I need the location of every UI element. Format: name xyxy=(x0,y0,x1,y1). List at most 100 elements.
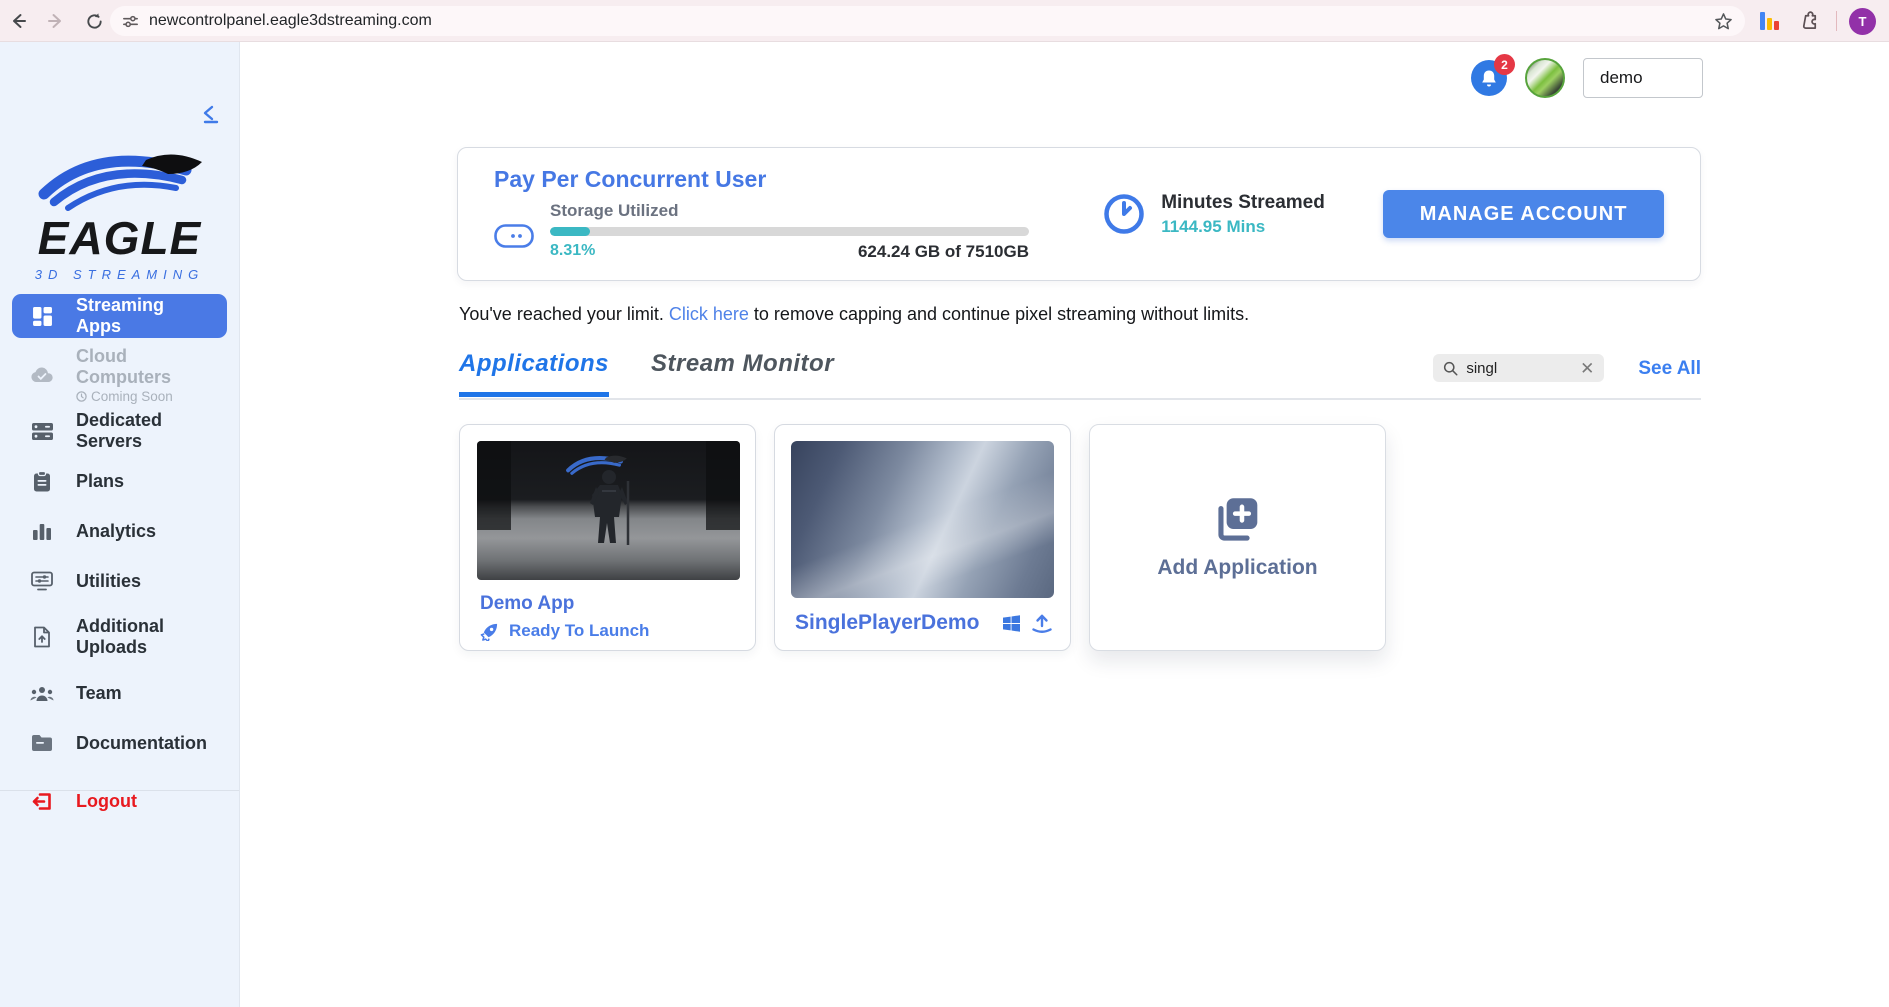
sidebar-item-plans[interactable]: Plans xyxy=(0,456,239,506)
upload-icon[interactable] xyxy=(1031,613,1053,633)
notification-badge: 2 xyxy=(1494,54,1515,75)
browser-back-icon[interactable] xyxy=(6,9,30,33)
plan-summary-card: Pay Per Concurrent User Storage Utilized… xyxy=(457,147,1701,281)
main-content: 2 demo Pay Per Concurrent User Storage U… xyxy=(240,42,1889,1007)
sidebar-item-cloud-computers: Cloud Computers Coming Soon xyxy=(0,344,239,406)
rocket-icon xyxy=(480,622,499,641)
add-application-label: Add Application xyxy=(1157,556,1317,580)
sidebar-item-additional-uploads[interactable]: Additional Uploads xyxy=(0,606,239,668)
sidebar-item-documentation[interactable]: Documentation xyxy=(0,718,239,768)
eagle-logo: EAGLE 3D STREAMING xyxy=(0,142,239,282)
site-settings-icon[interactable] xyxy=(122,13,139,30)
logo-wordmark: EAGLE xyxy=(0,215,239,261)
browser-chrome: newcontrolpanel.eagle3dstreaming.com T xyxy=(0,0,1889,42)
sidebar-item-analytics[interactable]: Analytics xyxy=(0,506,239,556)
minutes-value: 1144.95 Mins xyxy=(1161,217,1325,237)
storage-label: Storage Utilized xyxy=(550,201,1063,221)
file-upload-icon xyxy=(30,625,54,649)
app-status-row: Ready To Launch xyxy=(480,621,649,641)
account-topbar: 2 demo xyxy=(1471,58,1703,98)
app-status: Ready To Launch xyxy=(509,621,649,641)
clear-search-icon[interactable]: ✕ xyxy=(1580,360,1594,377)
search-icon xyxy=(1443,361,1458,376)
browser-profile-avatar[interactable]: T xyxy=(1849,8,1876,35)
remove-capping-link[interactable]: Click here xyxy=(669,304,749,324)
sidebar-item-label: Cloud Computers xyxy=(76,346,196,387)
clock-icon xyxy=(1103,193,1145,235)
app-card-demo-app[interactable]: Demo App Ready To Launch xyxy=(459,424,756,651)
eagle-swoosh-icon xyxy=(34,142,206,214)
windows-icon xyxy=(1003,615,1020,632)
demo-app-thumbnail xyxy=(477,441,740,580)
sidebar-item-utilities[interactable]: Utilities xyxy=(0,556,239,606)
sidebar-nav: Streaming Apps Cloud Computers Coming So… xyxy=(0,294,239,826)
sidebar-divider xyxy=(0,790,239,791)
tab-applications[interactable]: Applications xyxy=(459,350,609,397)
storage-progress-bar xyxy=(550,227,1029,236)
browser-forward-icon[interactable] xyxy=(44,9,68,33)
bookmark-star-icon[interactable] xyxy=(1714,12,1733,31)
app-name[interactable]: Demo App xyxy=(480,593,574,615)
sidebar-collapse-icon[interactable] xyxy=(199,104,221,129)
storage-percent: 8.31% xyxy=(550,242,595,262)
bell-icon xyxy=(1480,69,1498,88)
colorful-extension-icon[interactable] xyxy=(1760,10,1779,30)
sidebar-item-dedicated-servers[interactable]: Dedicated Servers xyxy=(0,406,239,456)
extensions-puzzle-icon[interactable] xyxy=(1799,10,1820,36)
sidebar: EAGLE 3D STREAMING Streaming Apps Cloud … xyxy=(0,42,240,1007)
browser-reload-icon[interactable] xyxy=(82,9,106,33)
sidebar-item-label: Team xyxy=(76,683,196,704)
singleplayerdemo-thumbnail xyxy=(791,441,1054,598)
limit-notice-suffix: to remove capping and continue pixel str… xyxy=(749,304,1249,324)
sidebar-item-logout[interactable]: Logout xyxy=(0,776,239,826)
sidebar-item-label: Utilities xyxy=(76,571,196,592)
manage-account-button[interactable]: MANAGE ACCOUNT xyxy=(1383,190,1664,238)
application-cards: Demo App Ready To Launch SinglePlayerDem… xyxy=(459,424,1386,651)
address-bar[interactable]: newcontrolpanel.eagle3dstreaming.com xyxy=(110,6,1745,36)
folder-icon xyxy=(30,731,54,755)
user-avatar[interactable] xyxy=(1525,58,1565,98)
limit-notice-prefix: You've reached your limit. xyxy=(459,304,669,324)
sidebar-item-streaming-apps[interactable]: Streaming Apps xyxy=(12,294,227,338)
minutes-streamed-block: Minutes Streamed 1144.95 Mins xyxy=(1103,192,1383,237)
sidebar-item-label: Analytics xyxy=(76,521,196,542)
minutes-label: Minutes Streamed xyxy=(1161,192,1325,214)
account-name-box[interactable]: demo xyxy=(1583,58,1703,98)
chrome-separator xyxy=(1836,11,1837,31)
limit-notice: You've reached your limit. Click here to… xyxy=(459,304,1249,325)
bar-chart-icon xyxy=(30,519,54,543)
see-all-link[interactable]: See All xyxy=(1638,358,1701,380)
people-icon xyxy=(30,681,54,705)
clipboard-icon xyxy=(30,469,54,493)
app-shell: EAGLE 3D STREAMING Streaming Apps Cloud … xyxy=(0,42,1889,1007)
add-application-icon xyxy=(1213,496,1263,546)
monitor-sliders-icon xyxy=(30,569,54,593)
sidebar-item-label: Plans xyxy=(76,471,196,492)
storage-drive-icon xyxy=(494,224,534,253)
logout-icon xyxy=(30,789,54,813)
url-text[interactable]: newcontrolpanel.eagle3dstreaming.com xyxy=(149,12,1714,30)
search-input[interactable] xyxy=(1466,360,1580,377)
app-search-box[interactable]: ✕ xyxy=(1433,354,1604,382)
server-icon xyxy=(30,419,54,443)
tab-stream-monitor[interactable]: Stream Monitor xyxy=(651,350,834,392)
sidebar-item-label: Documentation xyxy=(76,733,196,754)
coming-soon-clock-icon xyxy=(76,391,87,402)
tabs-row: Applications Stream Monitor ✕ See All xyxy=(459,350,1701,400)
app-name[interactable]: SinglePlayerDemo xyxy=(795,611,979,635)
cloud-icon xyxy=(30,363,54,387)
app-card-singleplayerdemo[interactable]: SinglePlayerDemo xyxy=(774,424,1071,651)
sidebar-item-label: Streaming Apps xyxy=(76,295,196,336)
character-silhouette xyxy=(582,467,636,572)
sidebar-item-team[interactable]: Team xyxy=(0,668,239,718)
add-application-card[interactable]: Add Application xyxy=(1089,424,1386,651)
storage-usage: 624.24 GB of 7510GB xyxy=(858,242,1029,262)
notifications-button[interactable]: 2 xyxy=(1471,60,1507,96)
sidebar-item-label: Dedicated Servers xyxy=(76,410,196,451)
storage-progress-fill xyxy=(550,227,590,236)
dashboard-icon xyxy=(30,304,54,328)
plan-title: Pay Per Concurrent User xyxy=(494,166,1063,193)
sidebar-item-label: Additional Uploads xyxy=(76,616,196,657)
sidebar-item-label: Logout xyxy=(76,791,196,812)
logo-tagline: 3D STREAMING xyxy=(0,267,239,282)
